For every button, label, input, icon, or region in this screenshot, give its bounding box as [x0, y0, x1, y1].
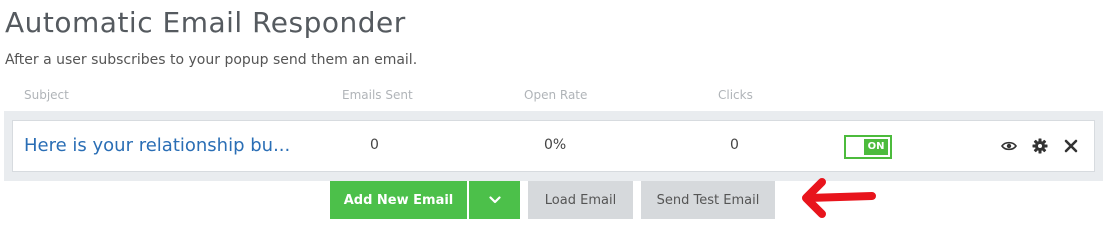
- column-header-open-rate: Open Rate: [524, 88, 588, 102]
- emails-sent-value: 0: [370, 137, 379, 153]
- page-subtitle: After a user subscribes to your popup se…: [5, 52, 418, 68]
- load-email-button[interactable]: Load Email: [528, 181, 633, 219]
- status-toggle[interactable]: ON: [844, 135, 892, 159]
- send-test-email-button[interactable]: Send Test Email: [641, 181, 775, 219]
- page-title: Automatic Email Responder: [5, 6, 406, 39]
- clicks-value: 0: [730, 137, 739, 153]
- status-toggle-label: ON: [864, 139, 888, 155]
- chevron-down-icon: [488, 195, 501, 203]
- eye-icon[interactable]: [1000, 137, 1018, 155]
- add-email-dropdown-button[interactable]: [469, 181, 520, 219]
- column-header-subject: Subject: [24, 88, 69, 102]
- column-header-emails-sent: Emails Sent: [342, 88, 413, 102]
- table-row: Here is your relationship bu... 0 0% 0 O…: [12, 120, 1095, 172]
- red-arrow-annotation: [802, 178, 876, 218]
- open-rate-value: 0%: [544, 137, 567, 153]
- email-table: Here is your relationship bu... 0 0% 0 O…: [4, 111, 1103, 181]
- add-new-email-button[interactable]: Add New Email: [330, 181, 467, 219]
- column-header-clicks: Clicks: [718, 88, 753, 102]
- email-subject-link[interactable]: Here is your relationship bu...: [24, 135, 290, 156]
- close-icon[interactable]: [1062, 137, 1080, 155]
- gear-icon[interactable]: [1031, 137, 1049, 155]
